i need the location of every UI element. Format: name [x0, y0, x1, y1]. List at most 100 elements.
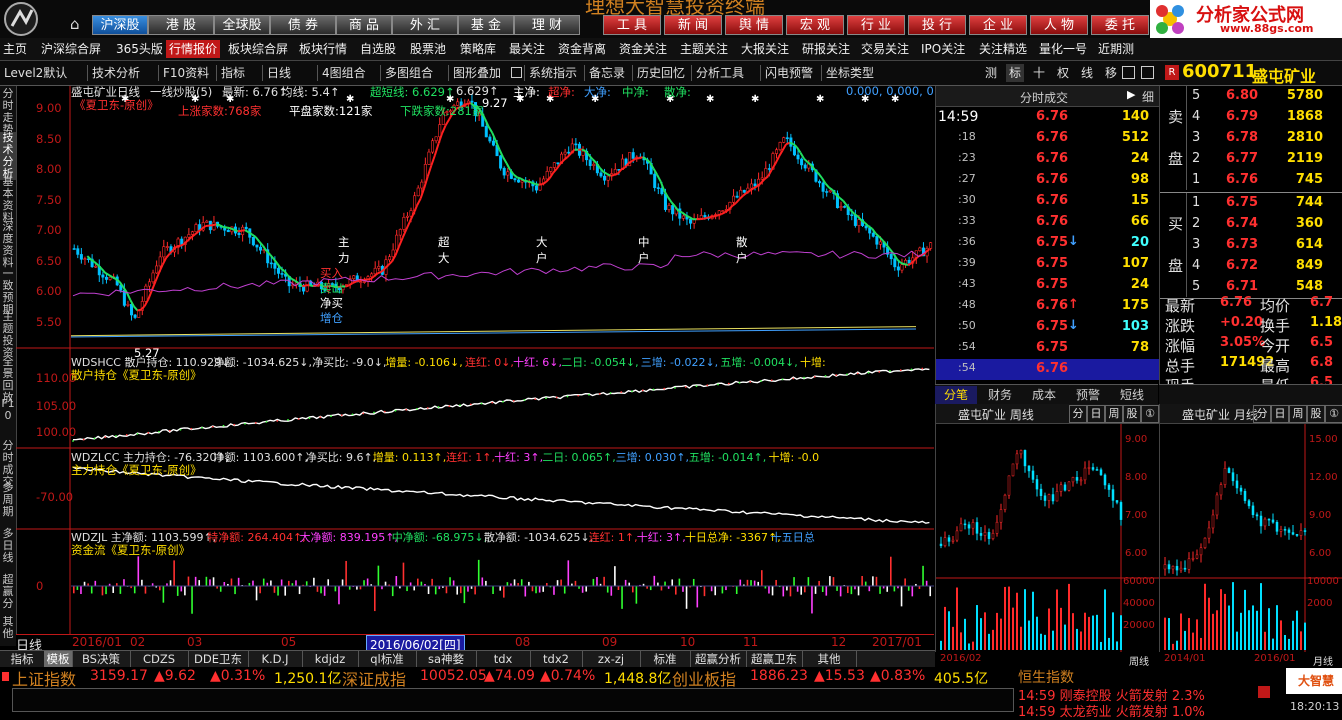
- order-row[interactable]: 26.74360: [1160, 214, 1342, 235]
- tick-row[interactable]: :236.7624: [936, 149, 1159, 170]
- left-tab-3[interactable]: 深度资料: [0, 221, 16, 269]
- left-tab-10[interactable]: 多日线: [0, 528, 16, 564]
- tick-row[interactable]: :396.75107: [936, 254, 1159, 275]
- func-tab-7[interactable]: 人 物: [1030, 15, 1088, 35]
- toolbar-item-9[interactable]: 备忘录: [589, 64, 625, 82]
- tick-row[interactable]: :366.75↓20: [936, 233, 1159, 254]
- fine-button[interactable]: 细: [1142, 88, 1154, 105]
- indicator-tab-8[interactable]: sa神婺: [416, 651, 477, 668]
- toolbar-item-10[interactable]: 历史回忆: [637, 64, 685, 82]
- kline-chart-area[interactable]: 9.008.508.007.507.006.506.005.50110.0010…: [16, 86, 934, 634]
- order-row[interactable]: 46.791868: [1160, 107, 1342, 128]
- left-tab-11[interactable]: 超赢分: [0, 574, 16, 610]
- nav-item-7[interactable]: 股票池: [407, 40, 449, 58]
- indicator-tab-3[interactable]: CDZS: [130, 651, 189, 668]
- tick-row[interactable]: :186.76512: [936, 128, 1159, 149]
- toolbar-right-0[interactable]: 测: [982, 64, 1000, 82]
- nav-item-10[interactable]: 资金背离: [555, 40, 609, 58]
- indicator-tab-2[interactable]: BS决策: [72, 651, 131, 668]
- tick-row[interactable]: :306.7615: [936, 191, 1159, 212]
- month-chart[interactable]: 盛屯矿业 月线分日周股①15.0012.009.006.001000020002…: [1159, 404, 1342, 652]
- toolbar-item-13[interactable]: 坐标类型: [826, 64, 874, 82]
- mini-btn-1[interactable]: 日: [1271, 405, 1289, 423]
- index-name[interactable]: 深证成指: [342, 666, 406, 690]
- func-tab-1[interactable]: 新 闻: [664, 15, 722, 35]
- indicator-tab-9[interactable]: tdx: [476, 651, 531, 668]
- left-tab-7[interactable]: F10: [0, 398, 16, 422]
- market-tab-3[interactable]: 债 券: [270, 15, 336, 35]
- left-tab-2[interactable]: 基本资料: [0, 176, 16, 224]
- toolbar-item-6[interactable]: 多图组合: [385, 64, 433, 82]
- indicator-tab-11[interactable]: zx-zj: [582, 651, 641, 668]
- order-row[interactable]: 36.73614: [1160, 235, 1342, 256]
- func-tab-0[interactable]: 工 具: [603, 15, 661, 35]
- expand-icon[interactable]: ▶: [1127, 88, 1135, 101]
- func-tab-5[interactable]: 投 行: [908, 15, 966, 35]
- market-tab-7[interactable]: 理 财: [514, 15, 580, 35]
- week-chart[interactable]: 盛屯矿业 周线分日周股①9.008.007.006.00600004000020…: [935, 404, 1159, 652]
- sub-tab-1[interactable]: 财务: [979, 386, 1021, 404]
- nav-item-3[interactable]: 行情报价: [166, 40, 220, 58]
- toolbar-right-1[interactable]: 标: [1006, 64, 1024, 82]
- index-name[interactable]: 创业板指: [672, 666, 736, 690]
- nav-item-19[interactable]: 近期测: [1095, 40, 1137, 58]
- mini-btn-1[interactable]: 日: [1087, 405, 1105, 423]
- nav-item-15[interactable]: 交易关注: [858, 40, 912, 58]
- toolbar-right-2[interactable]: 十: [1030, 64, 1048, 82]
- mini-btn-2[interactable]: 周: [1289, 405, 1307, 423]
- order-row[interactable]: 16.75744: [1160, 193, 1342, 214]
- window-icon[interactable]: [1122, 66, 1135, 79]
- order-row[interactable]: 46.72849: [1160, 256, 1342, 277]
- tick-row[interactable]: :486.76↑175: [936, 296, 1159, 317]
- nav-item-0[interactable]: 主页: [0, 40, 30, 58]
- order-row[interactable]: 26.772119: [1160, 149, 1342, 170]
- left-tab-5[interactable]: 主题投资: [0, 311, 16, 359]
- sub-tab-0[interactable]: 分笔: [935, 386, 977, 404]
- indicator-tab-14[interactable]: 超赢卫东: [746, 651, 803, 668]
- nav-item-8[interactable]: 策略库: [457, 40, 499, 58]
- order-row[interactable]: 56.805780: [1160, 86, 1342, 107]
- toolbar-item-11[interactable]: 分析工具: [696, 64, 744, 82]
- sub-tab-4[interactable]: 短线: [1111, 386, 1153, 404]
- toolbar-item-8[interactable]: 系统指示: [529, 64, 577, 82]
- toolbar-item-1[interactable]: 技术分析: [92, 64, 140, 82]
- nav-item-12[interactable]: 主题关注: [677, 40, 731, 58]
- nav-item-13[interactable]: 大报关注: [738, 40, 792, 58]
- toolbar-right-3[interactable]: 权: [1054, 64, 1072, 82]
- tick-row[interactable]: :546.7578: [936, 338, 1159, 359]
- left-tab-12[interactable]: 其他: [0, 616, 16, 640]
- nav-item-11[interactable]: 资金关注: [616, 40, 670, 58]
- market-tab-1[interactable]: 港 股: [148, 15, 214, 35]
- index-name[interactable]: 上证指数: [12, 666, 76, 690]
- mini-btn-0[interactable]: 分: [1253, 405, 1271, 423]
- toolbar-item-2[interactable]: F10资料: [163, 64, 209, 82]
- toolbar-item-0[interactable]: Level2默认: [4, 64, 67, 82]
- mini-btn-3[interactable]: 股: [1123, 405, 1141, 423]
- indicator-tab-4[interactable]: DDE卫东: [188, 651, 249, 668]
- left-tab-4[interactable]: 一致预期: [0, 268, 16, 316]
- tick-row[interactable]: :506.75↓103: [936, 317, 1159, 338]
- nav-item-17[interactable]: 关注精选: [976, 40, 1030, 58]
- func-tab-8[interactable]: 委 托: [1091, 15, 1149, 35]
- nav-item-2[interactable]: 365头版: [113, 40, 166, 58]
- market-tab-0[interactable]: 沪深股: [92, 15, 148, 35]
- lock-icon[interactable]: [511, 67, 522, 78]
- toolbar-item-12[interactable]: 闪电预警: [765, 64, 813, 82]
- nav-item-16[interactable]: IPO关注: [918, 40, 968, 58]
- market-tab-2[interactable]: 全球股: [214, 15, 270, 35]
- nav-item-18[interactable]: 量化一号: [1036, 40, 1090, 58]
- close-panel-icon[interactable]: [1141, 66, 1154, 79]
- nav-item-14[interactable]: 研报关注: [799, 40, 853, 58]
- order-row[interactable]: 36.782810: [1160, 128, 1342, 149]
- toolbar-right-5[interactable]: 移: [1102, 64, 1120, 82]
- news-line[interactable]: 14:59 太龙药业 火箭发射 1.0%: [1018, 701, 1205, 720]
- func-tab-4[interactable]: 行 业: [847, 15, 905, 35]
- warn-icon[interactable]: [1258, 686, 1270, 698]
- func-tab-3[interactable]: 宏 观: [786, 15, 844, 35]
- home-icon[interactable]: ⌂: [70, 16, 86, 32]
- mini-btn-2[interactable]: 周: [1105, 405, 1123, 423]
- nav-item-1[interactable]: 沪深综合屏: [38, 40, 104, 58]
- toolbar-item-3[interactable]: 指标: [221, 64, 245, 82]
- tick-row[interactable]: :436.7524: [936, 275, 1159, 296]
- toolbar-item-4[interactable]: 日线: [267, 64, 291, 82]
